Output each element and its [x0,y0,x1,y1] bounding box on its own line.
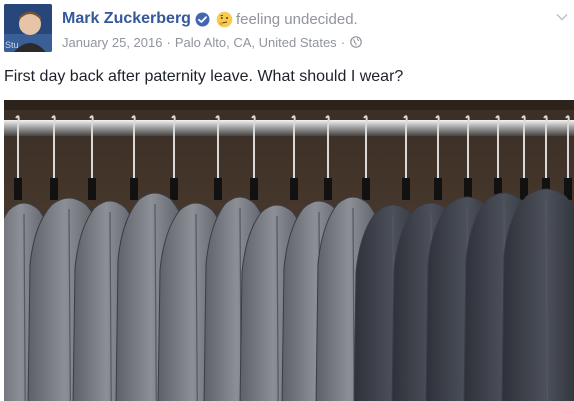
facebook-post: Stu Mark Zuckerberg feeling undecided. J… [0,0,574,401]
avatar-text: Stu [5,40,19,50]
globe-icon[interactable] [350,36,362,48]
avatar[interactable]: Stu [4,4,52,52]
post-meta: January 25, 2016 · Palo Alto, CA, United… [62,33,362,51]
hanger-body [290,178,298,200]
meta-separator: · [166,34,171,50]
post-status-text: First day back after paternity leave. Wh… [4,68,404,85]
hanger-body [14,178,22,200]
hanger-body [402,178,410,200]
author-line: Mark Zuckerberg feeling undecided. [62,9,358,29]
post-location[interactable]: Palo Alto, CA, United States [175,35,337,50]
closet-photo-illustration [4,100,574,401]
gray-hoodie [501,188,574,401]
verified-badge-icon [195,12,210,27]
thinking-face-emoji-icon [216,11,233,28]
chevron-down-icon[interactable] [556,8,568,21]
hanger-body [130,178,138,200]
hanger-body [170,178,178,200]
hanger-body [214,178,222,200]
hanger-body [362,178,370,200]
feeling-text: feeling undecided. [235,10,358,28]
meta-separator: · [340,34,346,50]
hanger-body [434,178,442,200]
hanger-body [88,178,96,200]
hanger-body [324,178,332,200]
post-date[interactable]: January 25, 2016 [62,35,162,50]
post-photo[interactable] [4,100,574,401]
hanger-body [50,178,58,200]
author-name[interactable]: Mark Zuckerberg [62,10,191,28]
hanger-body [250,178,258,200]
